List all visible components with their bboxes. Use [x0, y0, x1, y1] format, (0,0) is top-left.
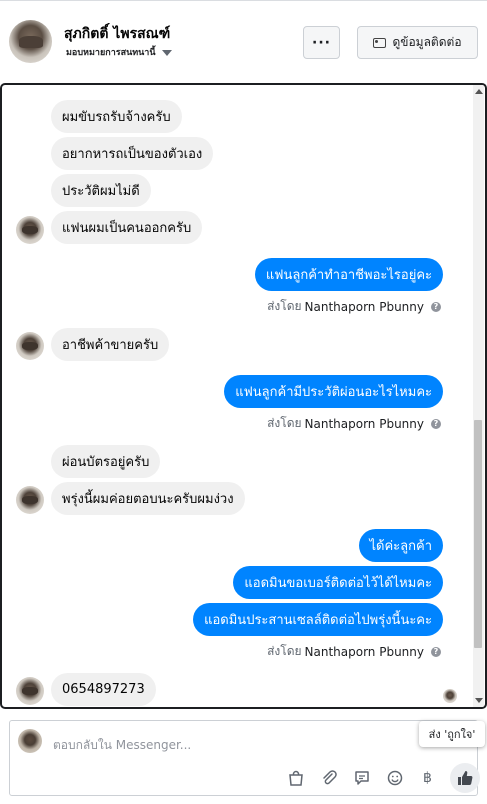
assign-label: มอบหมายการสนทนานี้ — [66, 48, 156, 58]
sent-by-label: ส่งโดย Nanthaporn Pbunny ? — [267, 642, 441, 661]
contact-avatar[interactable] — [9, 20, 52, 63]
message-outgoing[interactable]: ได้ค่ะลูกค้า — [358, 529, 443, 562]
chat-bubble-icon[interactable] — [351, 768, 372, 789]
shopping-bag-icon[interactable] — [285, 768, 306, 789]
baht-icon[interactable]: ฿ — [417, 768, 438, 789]
sent-by-prefix: ส่งโดย — [267, 644, 302, 658]
message-incoming[interactable]: ผ่อนบัตรอยู่ครับ — [51, 445, 161, 478]
caret-down-icon — [161, 49, 172, 56]
message-outgoing[interactable]: แอดมินขอเบอร์ติดต่อไว้ได้ไหมคะ — [233, 566, 443, 599]
message-incoming[interactable]: พรุ่งนี้ผมค่อยตอบนะครับผมง่วง — [51, 482, 245, 515]
thumbs-up-icon — [458, 771, 473, 785]
info-icon[interactable]: ? — [431, 418, 441, 429]
message-thread[interactable]: ผมขับรถรับจ้างครับ อยากหารถเป็นของตัวเอง… — [0, 83, 487, 709]
scroll-up-arrow-icon[interactable] — [475, 89, 483, 94]
seen-receipt-avatar — [443, 689, 457, 703]
sender-name[interactable]: Nanthaporn Pbunny — [305, 300, 424, 314]
more-options-button[interactable]: ··· — [303, 26, 340, 59]
view-contact-button[interactable]: ดูข้อมูลติดต่อ — [357, 26, 478, 59]
more-dots-icon: ··· — [312, 34, 331, 51]
assign-conversation-dropdown[interactable]: มอบหมายการสนทนานี้ — [66, 45, 172, 59]
sender-name[interactable]: Nanthaporn Pbunny — [305, 417, 424, 431]
smiley-icon[interactable] — [384, 768, 405, 789]
sent-by-label: ส่งโดย Nanthaporn Pbunny ? — [267, 414, 441, 433]
message-incoming[interactable]: อาชีพค้าขายครับ — [51, 328, 170, 361]
conversation-header: สุภกิตติ์ ไพรสณฑ์ มอบหมายการสนทนานี้ ···… — [0, 0, 487, 82]
sender-avatar — [16, 332, 44, 360]
sender-name[interactable]: Nanthaporn Pbunny — [305, 645, 424, 659]
message-incoming[interactable]: 0654897273 — [51, 673, 156, 706]
sender-avatar — [16, 216, 44, 244]
reply-input[interactable]: ตอบกลับใน Messenger... — [53, 736, 191, 755]
like-button[interactable] — [450, 763, 480, 793]
message-incoming[interactable]: แฟนผมเป็นคนออกครับ — [51, 211, 203, 244]
message-outgoing[interactable]: แฟนลูกค้าทำอาชีพอะไรอยู่คะ — [254, 258, 443, 291]
contact-card-icon — [373, 37, 387, 48]
message-incoming[interactable]: อยากหารถเป็นของตัวเอง — [51, 137, 214, 170]
paperclip-icon[interactable] — [318, 768, 339, 789]
contact-name[interactable]: สุภกิตติ์ ไพรสณฑ์ — [64, 23, 170, 45]
message-outgoing[interactable]: แอดมินประสานเซลล์ติดต่อไปพรุ่งนี้นะคะ — [193, 603, 443, 636]
scrollbar-thumb[interactable] — [474, 420, 482, 648]
message-incoming[interactable]: ประวัติผมไม่ดี — [51, 174, 151, 207]
reply-composer[interactable]: ตอบกลับใน Messenger... ฿ — [9, 720, 480, 796]
scroll-down-arrow-icon[interactable] — [475, 698, 483, 703]
page-avatar — [18, 729, 42, 753]
like-tooltip: ส่ง 'ถูกใจ' — [419, 721, 485, 747]
sender-avatar — [16, 677, 44, 705]
composer-toolbar: ฿ — [285, 763, 480, 793]
info-icon[interactable]: ? — [431, 646, 441, 657]
message-outgoing[interactable]: แฟนลูกค้ามีประวัติผ่อนอะไรไหมคะ — [224, 375, 443, 408]
sent-by-label: ส่งโดย Nanthaporn Pbunny ? — [267, 297, 441, 316]
message-incoming[interactable]: ผมขับรถรับจ้างครับ — [51, 100, 182, 133]
sent-by-prefix: ส่งโดย — [267, 416, 302, 430]
info-icon[interactable]: ? — [431, 301, 441, 312]
sent-by-prefix: ส่งโดย — [267, 299, 302, 313]
view-contact-label: ดูข้อมูลติดต่อ — [392, 35, 462, 49]
sender-avatar — [16, 486, 44, 514]
